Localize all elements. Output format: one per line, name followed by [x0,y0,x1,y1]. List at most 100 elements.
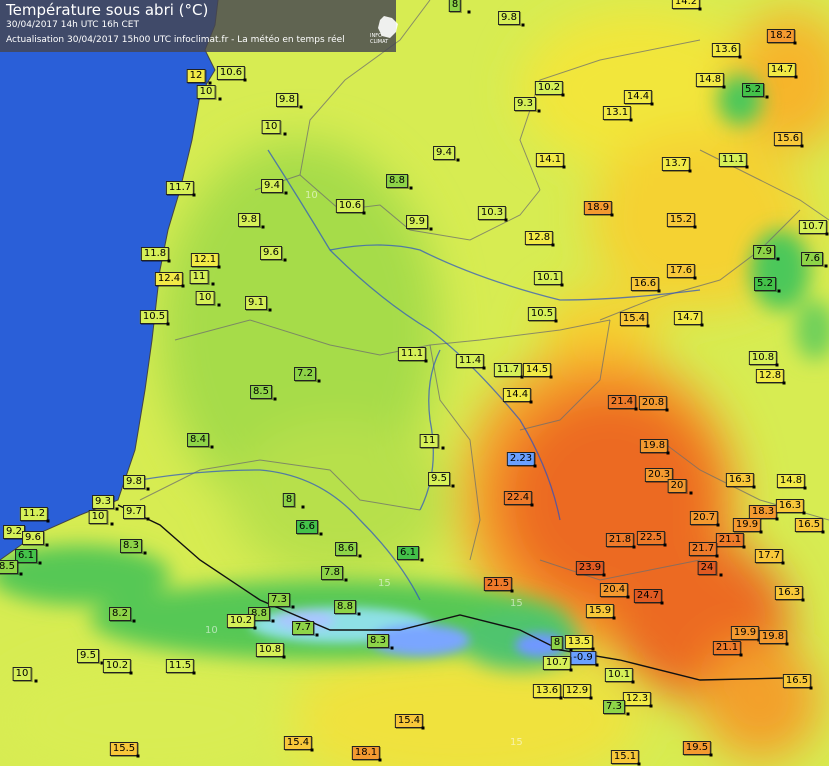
temperature-reading: 10.1 [533,271,563,285]
temperature-reading: 8.5 [250,385,272,399]
station-marker [631,680,635,684]
station-marker [634,407,638,411]
station-marker [632,545,636,549]
station-marker [192,671,196,675]
temperature-reading: 9.8 [238,213,260,227]
station-marker [561,93,565,97]
temperature-reading: 16.3 [725,473,755,487]
station-marker [742,545,746,549]
station-marker [510,589,514,593]
station-marker [719,573,723,577]
temperature-reading: 9.7 [123,505,145,519]
station-marker [821,530,825,534]
temperature-reading: 12.3 [622,692,652,706]
station-marker [709,753,713,757]
station-marker [722,85,726,89]
temperature-reading: 10.6 [216,66,246,80]
temperature-reading: 10.8 [748,351,778,365]
temperature-reading: 8.6 [335,542,357,556]
station-marker [38,561,42,565]
temperature-reading: -0.9 [570,651,596,665]
station-marker [626,712,630,716]
temperature-reading: 14.7 [767,63,797,77]
temperature-reading: 22.5 [636,531,666,545]
station-marker [537,109,541,113]
temperature-reading: 11.1 [397,347,427,361]
station-marker [409,186,413,190]
temperature-reading: 8.3 [367,634,389,648]
temperature-reading: 15.9 [585,604,615,618]
station-marker [482,366,486,370]
station-marker [602,573,606,577]
station-marker [146,487,150,491]
temperature-reading: 5.2 [742,83,764,97]
temperature-reading: 19.8 [758,630,788,644]
temperature-reading: 6.1 [397,546,419,560]
station-marker [181,284,185,288]
temperature-reading: 21.1 [712,641,742,655]
temperature-reading: 20.8 [638,396,668,410]
temperature-reading: 19.9 [732,518,762,532]
station-marker [759,530,763,534]
station-marker [192,193,196,197]
station-marker [310,748,314,752]
station-marker [110,522,114,526]
station-marker [132,619,136,623]
temperature-reading: 13.6 [532,684,562,698]
temperature-reading: 19.8 [639,439,669,453]
temperature-reading: 10 [261,120,281,134]
station-marker [781,561,785,565]
temperature-reading: 12.9 [562,684,592,698]
temperature-reading: 11.7 [493,363,523,377]
temperature-reading: 10 [195,291,215,305]
station-marker [441,446,445,450]
station-marker [210,445,214,449]
station-marker [775,363,779,367]
temperature-reading: 14.1 [535,153,565,167]
temperature-reading: 12.8 [524,231,554,245]
temperature-reading: 15.6 [773,132,803,146]
temperature-reading: 10.3 [477,206,507,220]
station-marker [589,696,593,700]
temperature-reading: 7.7 [292,621,314,635]
station-marker [745,165,749,169]
station-marker [357,612,361,616]
temperature-reading: 24.7 [633,589,663,603]
station-marker [243,78,247,82]
temperature-reading: 9.5 [77,649,99,663]
station-marker [504,218,508,222]
temperature-reading: 24 [697,561,717,575]
station-marker [554,319,558,323]
station-marker [34,679,38,683]
temperature-reading: 12.4 [154,272,184,286]
temperature-reading: 10.2 [226,614,256,628]
temperature-reading: 10 [12,667,32,681]
temperature-reading: 6.1 [15,549,37,563]
station-marker [362,211,366,215]
station-marker [700,323,704,327]
temperature-reading: 10 [88,510,108,524]
station-marker [752,485,756,489]
station-marker [688,169,692,173]
station-marker [794,75,798,79]
station-marker [344,578,348,582]
temperature-reading: 11.2 [19,507,49,521]
station-marker [218,97,222,101]
temperature-reading: 15.1 [610,750,640,764]
temperature-reading: 22.4 [503,491,533,505]
temperature-reading: 10.1 [604,668,634,682]
station-marker [129,671,133,675]
temperature-reading: 13.5 [564,635,594,649]
temperature-reading: 8.8 [386,174,408,188]
station-marker [283,132,287,136]
station-marker [390,646,394,650]
station-marker [167,259,171,263]
station-marker [291,605,295,609]
temperature-reading: 9.3 [92,495,114,509]
temperature-reading: 17.6 [666,264,696,278]
temperature-reading: 14.5 [522,363,552,377]
temperature-reading: 14.4 [623,90,653,104]
temperature-reading: 11 [419,434,439,448]
temperature-reading: 10.6 [335,199,365,213]
temperature-reading: 12 [186,69,206,83]
